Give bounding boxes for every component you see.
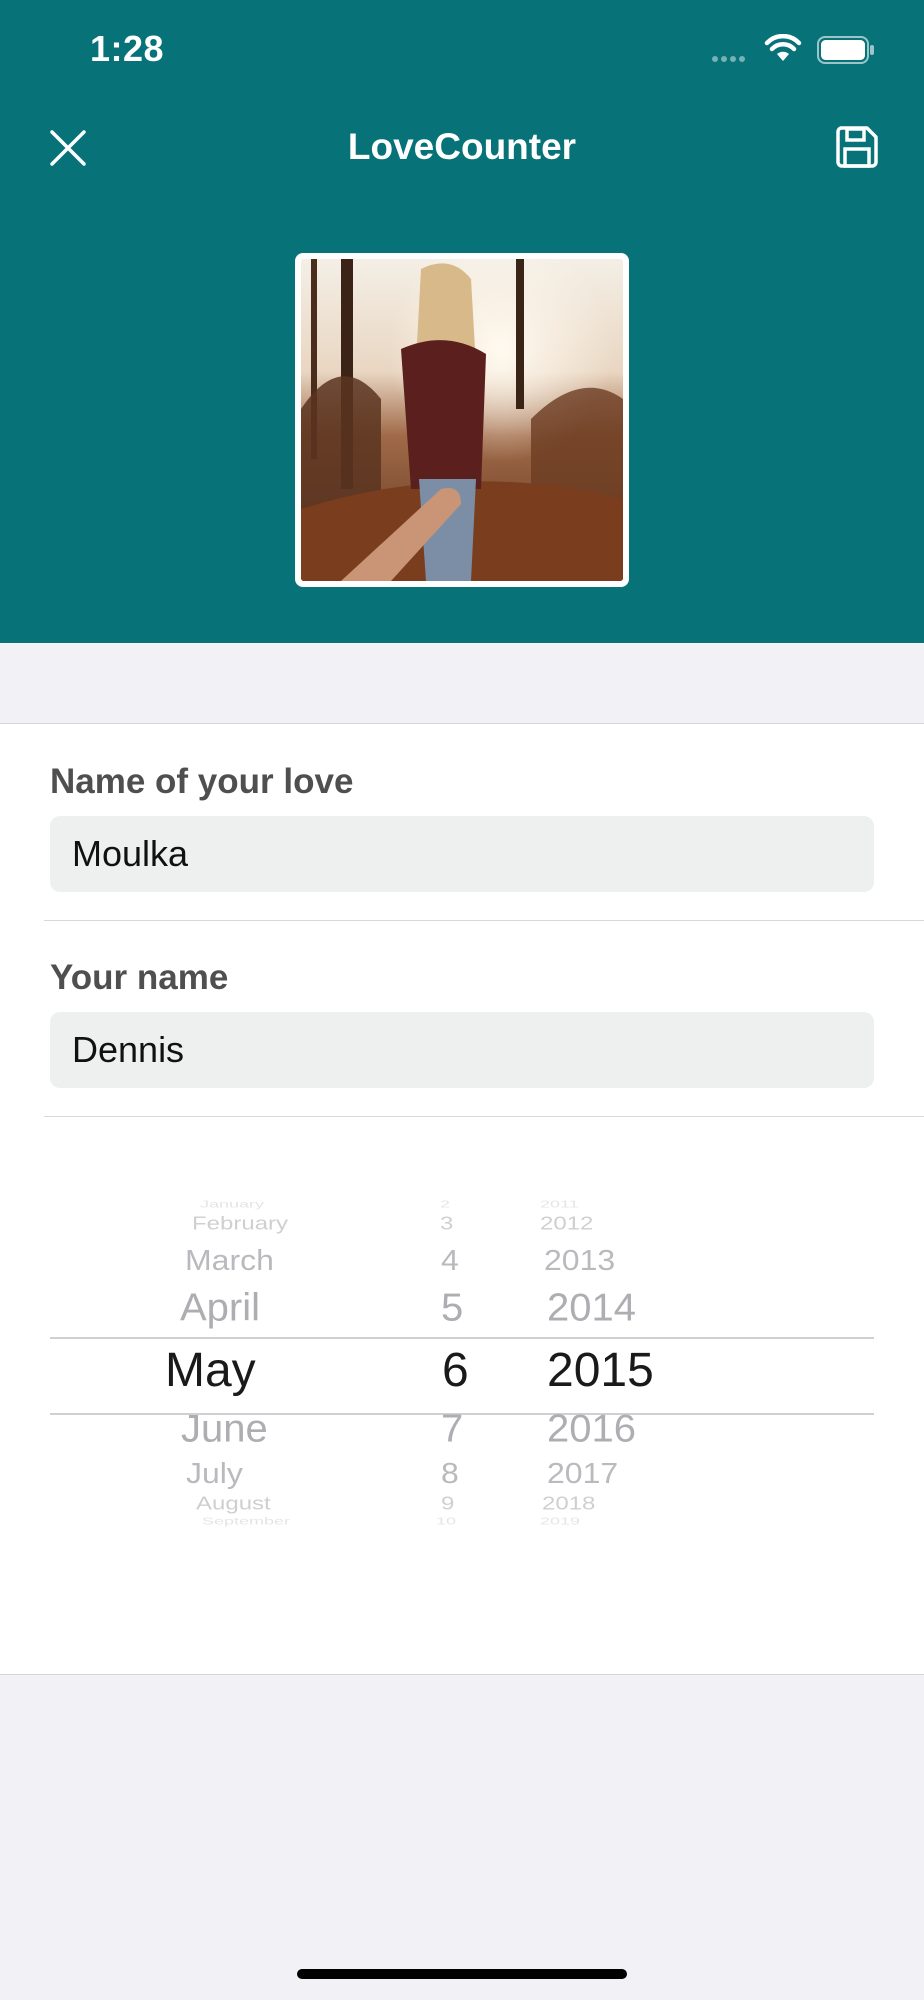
cellular-signal-icon xyxy=(712,56,745,62)
day-wheel[interactable]: 2 3 4 5 6 7 8 9 10 xyxy=(430,1198,540,1618)
day-option[interactable]: 10 xyxy=(436,1516,456,1528)
save-icon xyxy=(836,126,878,168)
month-wheel[interactable]: January February March April May June July Augu… xyxy=(50,1198,430,1618)
status-time: 1:28 xyxy=(90,28,165,69)
divider xyxy=(44,920,924,921)
header: 1:28 LoveCounter xyxy=(0,0,924,643)
month-option[interactable]: January xyxy=(200,1199,264,1211)
year-option[interactable]: 2014 xyxy=(547,1286,636,1330)
love-name-label: Name of your love xyxy=(50,762,354,801)
form-card: Name of your love Your name January Febru… xyxy=(0,723,924,1675)
day-option[interactable]: 4 xyxy=(441,1244,459,1277)
year-option[interactable]: 2017 xyxy=(547,1457,618,1490)
date-picker: January February March April May June July Augu… xyxy=(50,1198,874,1618)
battery-icon xyxy=(817,36,874,64)
your-name-input[interactable] xyxy=(50,1012,874,1088)
day-option[interactable]: 5 xyxy=(441,1286,463,1330)
year-option[interactable]: 2013 xyxy=(544,1244,615,1277)
year-wheel[interactable]: 2011 2012 2013 2014 2015 2016 2017 2018 2019 xyxy=(540,1198,760,1618)
month-option[interactable]: July xyxy=(186,1457,243,1490)
year-option[interactable]: 2019 xyxy=(540,1516,580,1528)
wifi-icon xyxy=(764,34,802,61)
day-option[interactable]: 9 xyxy=(441,1494,454,1515)
day-option[interactable]: 6 xyxy=(442,1343,469,1398)
couple-photo-image xyxy=(301,259,623,581)
home-indicator[interactable] xyxy=(297,1969,627,1979)
month-option[interactable]: March xyxy=(185,1244,274,1277)
day-option[interactable]: 3 xyxy=(440,1214,453,1235)
divider xyxy=(44,1116,924,1117)
navigation-bar: LoveCounter xyxy=(0,110,924,186)
month-option[interactable]: April xyxy=(180,1286,260,1330)
day-option[interactable]: 7 xyxy=(441,1407,463,1451)
page-title: LoveCounter xyxy=(347,126,577,167)
love-photo[interactable] xyxy=(295,253,629,587)
day-option[interactable]: 8 xyxy=(441,1457,459,1490)
month-option[interactable]: August xyxy=(196,1494,271,1515)
year-option[interactable]: 2012 xyxy=(540,1214,593,1235)
your-name-label: Your name xyxy=(50,958,229,997)
month-option[interactable]: September xyxy=(202,1516,290,1528)
day-option[interactable]: 2 xyxy=(440,1199,450,1211)
month-option[interactable]: May xyxy=(165,1343,256,1398)
year-option[interactable]: 2011 xyxy=(540,1199,579,1211)
year-option[interactable]: 2018 xyxy=(542,1494,595,1515)
love-name-input[interactable] xyxy=(50,816,874,892)
month-option[interactable]: June xyxy=(181,1407,268,1451)
save-button[interactable] xyxy=(832,122,882,172)
year-option[interactable]: 2015 xyxy=(547,1343,654,1398)
status-bar: 1:28 xyxy=(0,0,924,100)
month-option[interactable]: February xyxy=(192,1214,288,1235)
year-option[interactable]: 2016 xyxy=(547,1407,636,1451)
